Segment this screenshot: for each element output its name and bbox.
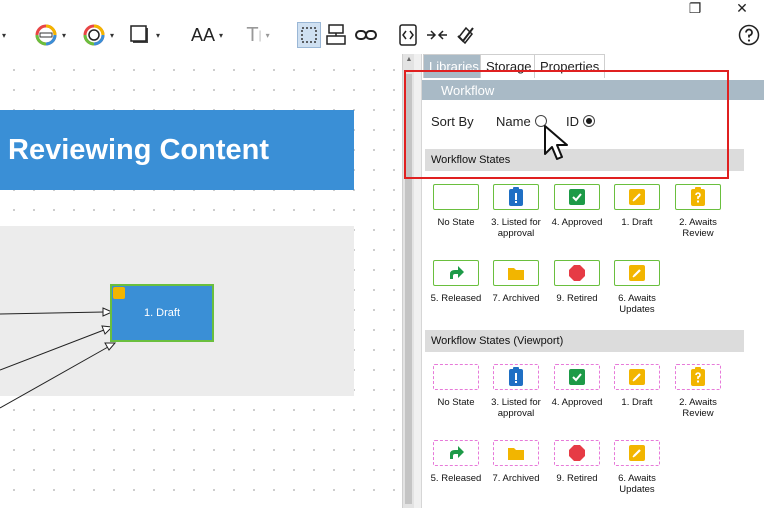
- state-tile-approved[interactable]: [554, 184, 600, 210]
- fill-color-icon: [83, 24, 105, 46]
- state-tile-review[interactable]: [675, 184, 721, 210]
- state-tile-updates[interactable]: [614, 260, 660, 286]
- state-tile-approved[interactable]: [554, 364, 600, 390]
- retired-state-icon: [569, 445, 585, 461]
- link-button[interactable]: [352, 22, 380, 48]
- shadow-button[interactable]: ▾: [124, 22, 164, 48]
- draft-node-label: 1. Draft: [143, 307, 181, 319]
- state-tile-review[interactable]: [675, 364, 721, 390]
- text-format-icon: T: [246, 23, 259, 46]
- layout-button[interactable]: [324, 22, 348, 48]
- updates-state-icon: [629, 265, 645, 281]
- draft-pencil-icon: [113, 287, 125, 299]
- state-tile-archived[interactable]: [493, 260, 539, 286]
- state-tile-archived[interactable]: [493, 440, 539, 466]
- diagram-title-shape[interactable]: Reviewing Content: [0, 110, 354, 190]
- diagram-canvas[interactable]: Reviewing Content 1. Draft: [0, 54, 402, 508]
- released-state-icon: [450, 266, 464, 279]
- layout-icon: [326, 24, 346, 45]
- state-tile-label: 7. Archived: [492, 473, 540, 484]
- updates-state-icon: [629, 445, 645, 461]
- state-tile-retired[interactable]: [554, 440, 600, 466]
- state-tile-label: 2. Awaits Review: [679, 217, 717, 239]
- restore-window-button[interactable]: ❐: [675, 0, 715, 16]
- state-tile-listed[interactable]: [493, 184, 539, 210]
- close-window-button[interactable]: ✕: [722, 0, 762, 16]
- state-tile-label: 3. Listed for approval: [491, 217, 541, 239]
- title-bar: ❐ ✕: [0, 0, 764, 16]
- state-tile-label: 6. Awaits Updates: [618, 473, 656, 495]
- listed-state-icon: [509, 367, 523, 386]
- help-button[interactable]: [737, 22, 761, 48]
- line-color-button[interactable]: ▾: [30, 22, 70, 48]
- state-tile-label: 3. Listed for approval: [491, 397, 541, 419]
- line-color-icon: [35, 24, 57, 46]
- validate-icon: [457, 26, 474, 45]
- toolbar: ▾ ▾ ▾ ▾ AA ▾ T | ▾: [0, 16, 764, 54]
- font-size-icon: AA: [190, 24, 215, 45]
- fill-color-button[interactable]: ▾: [78, 22, 118, 48]
- archived-state-icon: [508, 268, 524, 280]
- state-tile-released[interactable]: [433, 260, 479, 286]
- format-panel-button[interactable]: [396, 22, 420, 48]
- shadow-icon: [130, 25, 148, 43]
- draft-state-node[interactable]: 1. Draft: [110, 284, 214, 342]
- state-tile-label: 1. Draft: [621, 397, 653, 408]
- retired-state-icon: [569, 265, 585, 281]
- text-format-button[interactable]: T | ▾: [238, 22, 278, 48]
- state-tile-label: 7. Archived: [492, 293, 540, 304]
- state-tile-empty[interactable]: [433, 364, 479, 390]
- link-icon: [355, 30, 377, 40]
- select-mode-button[interactable]: [297, 22, 321, 48]
- draft-state-icon: [629, 369, 645, 385]
- archived-state-icon: [508, 448, 524, 460]
- released-state-icon: [450, 446, 464, 459]
- state-tile-updates[interactable]: [614, 440, 660, 466]
- selection-frame-icon: [301, 27, 317, 43]
- app-window: ❐ ✕ ▾ ▾ ▾ ▾ AA ▾ T | ▾ Reviewing Content…: [0, 0, 764, 508]
- review-state-icon: [691, 367, 705, 386]
- state-tile-draft[interactable]: [614, 184, 660, 210]
- state-tile-released[interactable]: [433, 440, 479, 466]
- approved-state-icon: [569, 189, 585, 205]
- review-state-icon: [691, 187, 705, 206]
- font-size-button[interactable]: AA ▾: [186, 22, 228, 48]
- diagram-title: Reviewing Content: [8, 133, 270, 166]
- restore-icon: ❐: [688, 0, 702, 16]
- group-header-workflow-states-viewport[interactable]: Workflow States (Viewport): [425, 330, 744, 352]
- state-tile-label: 2. Awaits Review: [679, 397, 717, 419]
- dropdown-caret[interactable]: ▾: [0, 22, 8, 48]
- help-icon: [738, 24, 760, 46]
- collapse-button[interactable]: [424, 22, 450, 48]
- state-tile-empty[interactable]: [433, 184, 479, 210]
- state-tile-retired[interactable]: [554, 260, 600, 286]
- listed-state-icon: [509, 187, 523, 206]
- state-tile-draft[interactable]: [614, 364, 660, 390]
- format-panel-icon: [399, 24, 417, 46]
- draft-state-icon: [629, 189, 645, 205]
- state-tile-label: 1. Draft: [621, 217, 653, 228]
- approved-state-icon: [569, 369, 585, 385]
- mouse-pointer-icon: [544, 125, 568, 160]
- validate-button[interactable]: [452, 22, 478, 48]
- state-tile-listed[interactable]: [493, 364, 539, 390]
- collapse-icon: [427, 30, 447, 40]
- close-icon: ✕: [736, 0, 748, 16]
- state-tile-label: 6. Awaits Updates: [618, 293, 656, 315]
- group-title: Workflow States (Viewport): [431, 335, 564, 347]
